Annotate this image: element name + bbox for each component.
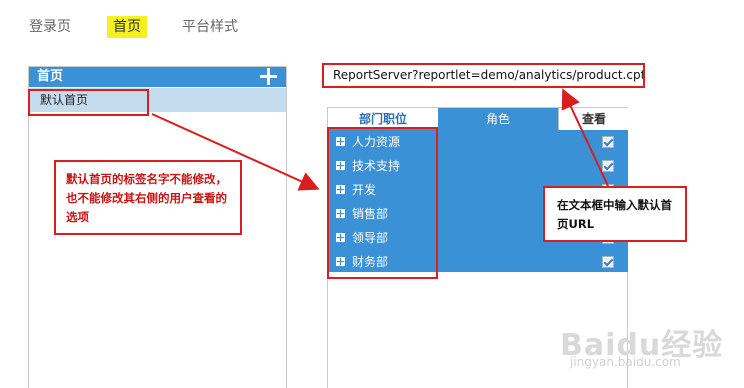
baidu-watermark-url: jingyan.baidu.com <box>570 355 681 369</box>
arrow-to-url <box>561 88 609 187</box>
arrow-to-tree <box>151 113 320 191</box>
